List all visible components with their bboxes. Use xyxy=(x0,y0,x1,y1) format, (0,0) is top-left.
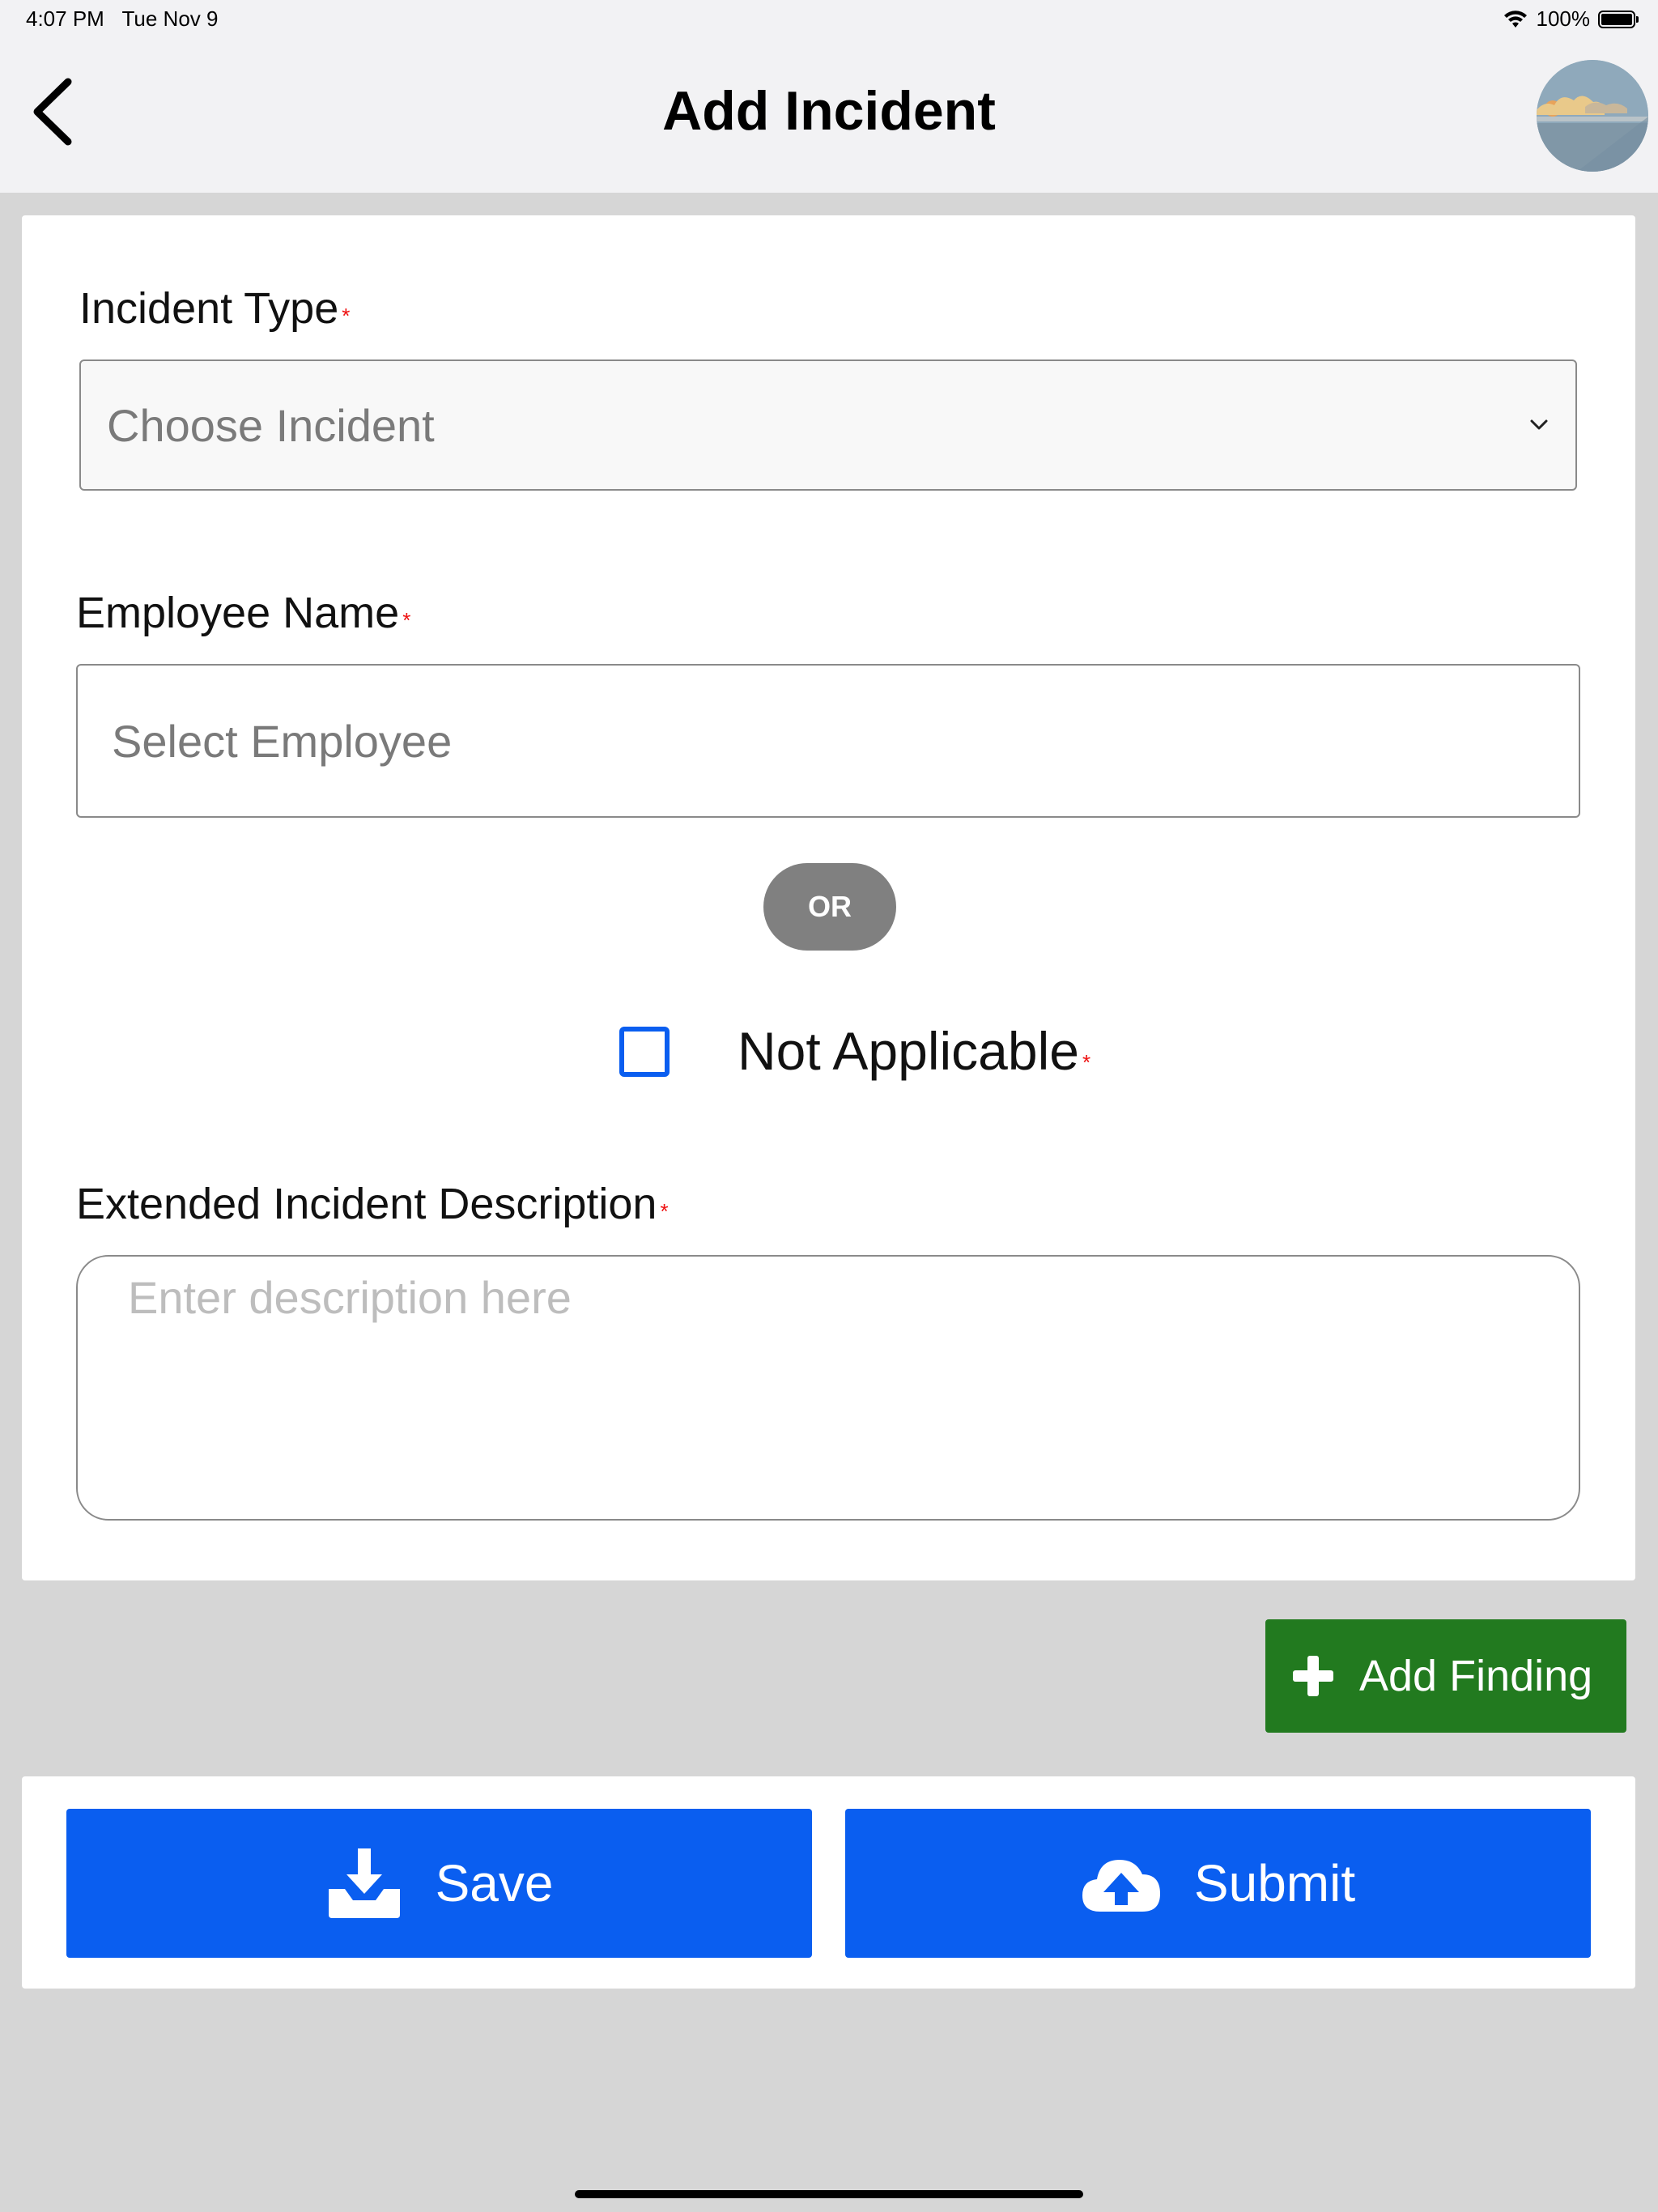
page-title: Add Incident xyxy=(662,80,996,142)
incident-type-placeholder: Choose Incident xyxy=(107,399,435,451)
submit-button[interactable]: Submit xyxy=(845,1809,1591,1958)
avatar-image xyxy=(1537,60,1648,172)
not-applicable-label[interactable]: Not Applicable * xyxy=(738,1020,1090,1082)
plus-icon xyxy=(1293,1656,1333,1696)
battery-icon xyxy=(1598,10,1639,28)
status-bar: 4:07 PM Tue Nov 9 100% xyxy=(0,0,1658,39)
not-applicable-checkbox[interactable] xyxy=(619,1027,670,1077)
chevron-down-icon xyxy=(1530,419,1548,430)
employee-placeholder: Select Employee xyxy=(112,715,453,767)
required-marker: * xyxy=(660,1199,669,1223)
save-button[interactable]: Save xyxy=(66,1809,812,1958)
description-label: Extended Incident Description * xyxy=(76,1179,669,1229)
not-applicable-label-text: Not Applicable xyxy=(738,1021,1079,1081)
incident-form-card: Incident Type * Choose Incident Employee … xyxy=(22,215,1635,1580)
save-label: Save xyxy=(435,1854,554,1912)
battery-percent: 100% xyxy=(1536,6,1591,31)
required-marker: * xyxy=(1082,1050,1091,1074)
submit-label: Submit xyxy=(1193,1854,1356,1912)
status-date: Tue Nov 9 xyxy=(121,6,219,31)
add-finding-button[interactable]: Add Finding xyxy=(1265,1619,1626,1733)
status-clock: 4:07 PM xyxy=(26,6,104,31)
cloud-upload-icon xyxy=(1082,1860,1160,1912)
description-placeholder: Enter description here xyxy=(128,1272,572,1323)
employee-name-label: Employee Name * xyxy=(76,588,410,638)
incident-type-select[interactable]: Choose Incident xyxy=(79,359,1577,491)
status-time: 4:07 PM Tue Nov 9 xyxy=(26,6,218,32)
required-marker: * xyxy=(342,304,351,328)
actions-card: Save Submit xyxy=(22,1776,1635,1989)
download-tray-icon xyxy=(328,1848,400,1918)
required-marker: * xyxy=(402,608,411,632)
user-avatar[interactable] xyxy=(1537,60,1648,172)
navigation-bar: Add Incident xyxy=(0,39,1658,193)
or-separator: OR xyxy=(763,863,896,951)
description-label-text: Extended Incident Description xyxy=(76,1180,657,1228)
description-textarea[interactable]: Enter description here xyxy=(76,1255,1580,1521)
employee-name-label-text: Employee Name xyxy=(76,589,400,637)
incident-type-label-text: Incident Type xyxy=(79,284,339,333)
incident-type-label: Incident Type * xyxy=(79,283,350,334)
status-indicators: 100% xyxy=(1503,6,1639,32)
add-finding-label: Add Finding xyxy=(1359,1652,1593,1700)
wifi-icon xyxy=(1503,10,1527,28)
employee-select-input[interactable]: Select Employee xyxy=(76,664,1580,818)
home-indicator[interactable] xyxy=(575,2190,1083,2198)
